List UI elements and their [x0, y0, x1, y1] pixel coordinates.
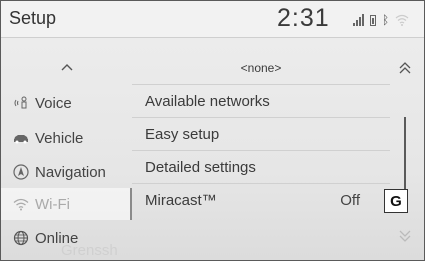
- car-icon: [11, 130, 31, 146]
- list-item-label: Miracast™: [145, 192, 217, 209]
- nav-item-label: Navigation: [35, 163, 106, 181]
- signal-strength-icon: [353, 14, 364, 26]
- nav-item-label: Wi-Fi: [35, 195, 70, 213]
- list-item-label: <none>: [240, 61, 282, 75]
- page-title: Setup: [9, 8, 57, 28]
- list-item-label: Detailed settings: [145, 158, 256, 176]
- nav-item-label: Voice: [35, 94, 72, 112]
- nav-item-online[interactable]: Online: [1, 222, 132, 254]
- scroll-up-button[interactable]: [395, 58, 415, 78]
- nav-item-vehicle[interactable]: Vehicle: [1, 122, 132, 154]
- clock: 2:31: [277, 4, 330, 32]
- header-bar: Setup 2:31 ᛒ: [1, 1, 424, 38]
- list-item-detailed-settings[interactable]: Detailed settings: [132, 151, 390, 184]
- nav-item-wifi[interactable]: Wi-Fi: [1, 188, 132, 220]
- bluetooth-icon: ᛒ: [382, 13, 390, 27]
- double-chevron-down-icon: [399, 230, 411, 242]
- list-item-label: Available networks: [145, 92, 270, 110]
- list-item-easy-setup[interactable]: Easy setup: [132, 118, 390, 151]
- nav-item-voice[interactable]: Voice: [1, 87, 132, 119]
- screen-frame: Grenssh Setup 2:31 ᛒ Voice Vehicle Navig…: [0, 0, 425, 261]
- callout-label: G: [384, 189, 408, 213]
- status-icons: ᛒ: [353, 12, 409, 26]
- list-item-miracast[interactable]: Miracast™ Off: [132, 184, 390, 217]
- nav-item-label: Online: [35, 229, 79, 247]
- navigation-icon: [11, 164, 31, 180]
- battery-icon: [370, 15, 376, 26]
- list-item-none[interactable]: <none>: [132, 52, 390, 85]
- double-chevron-up-icon: [399, 62, 411, 74]
- nav-item-navigation[interactable]: Navigation: [1, 156, 132, 188]
- list-item-label: Easy setup: [145, 125, 220, 143]
- chevron-up-icon: [61, 64, 72, 71]
- globe-icon: [11, 230, 31, 246]
- wifi-icon: [11, 196, 31, 212]
- list-item-available-networks[interactable]: Available networks: [132, 85, 390, 118]
- voice-icon: [11, 95, 31, 111]
- nav-scroll-up-button[interactable]: [1, 52, 132, 82]
- miracast-status-value: Off: [340, 192, 360, 209]
- nav-item-label: Vehicle: [35, 129, 84, 147]
- scroll-down-button[interactable]: [395, 226, 415, 246]
- wifi-icon: [395, 14, 409, 26]
